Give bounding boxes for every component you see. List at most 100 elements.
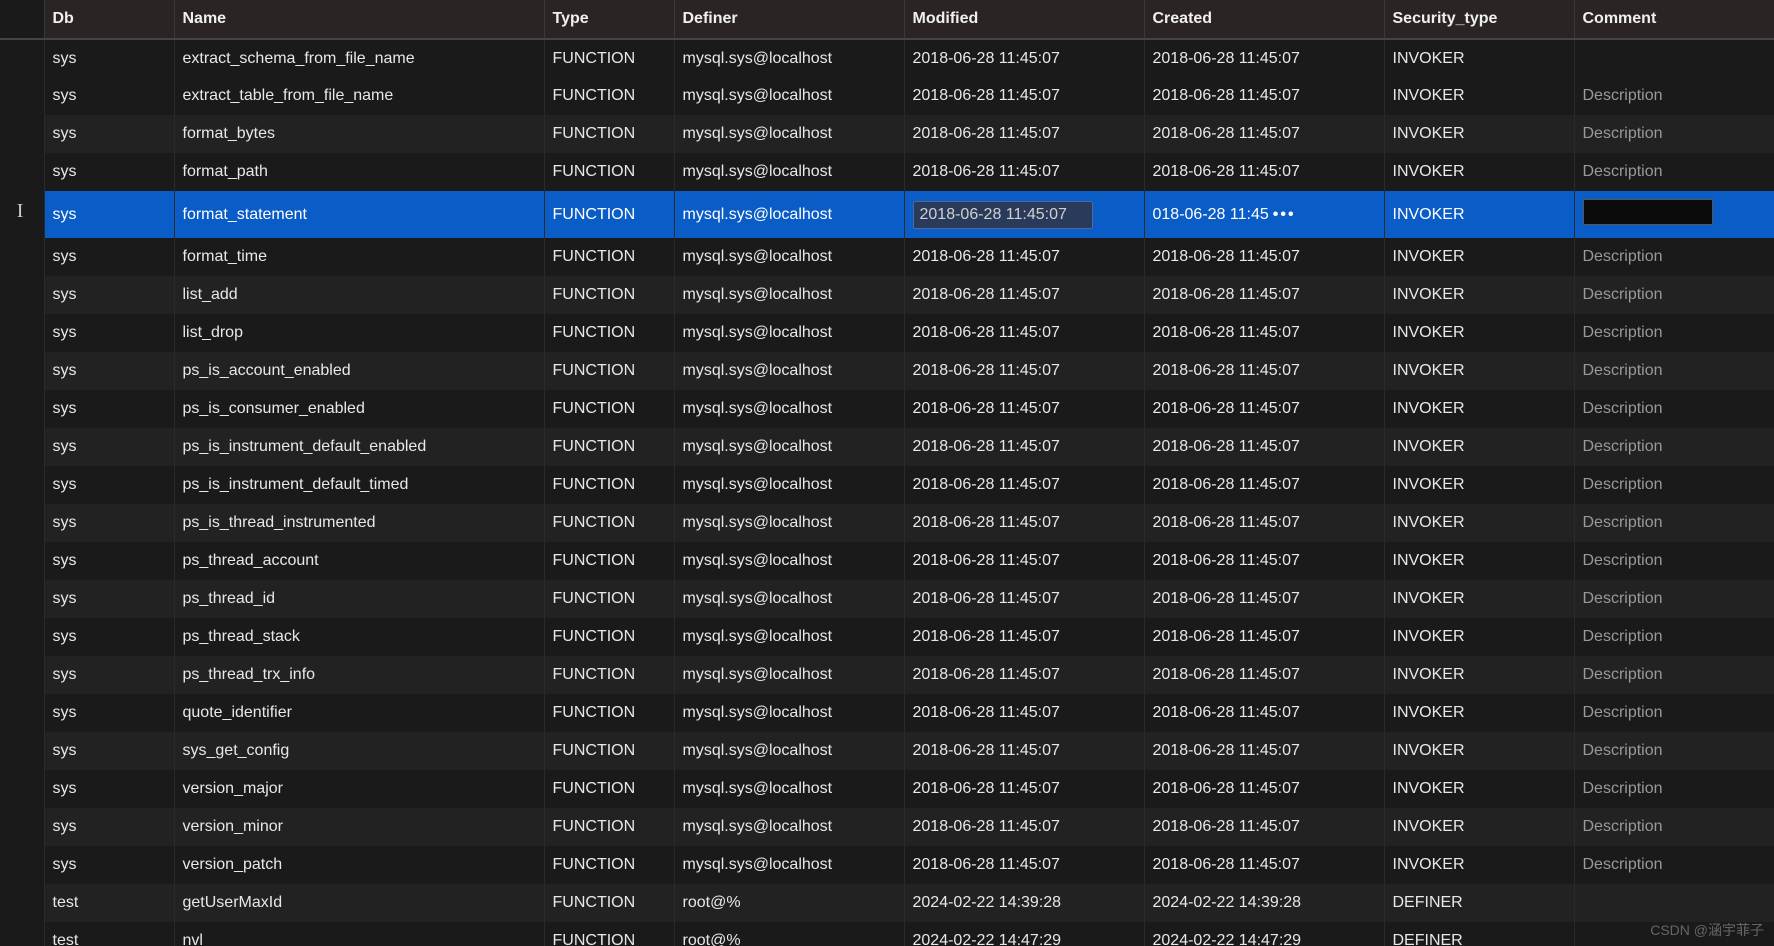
cell-db[interactable]: sys <box>44 238 174 276</box>
cell-db[interactable]: sys <box>44 352 174 390</box>
cell-comment[interactable]: Description <box>1574 846 1774 884</box>
cell-security-type[interactable]: INVOKER <box>1384 770 1574 808</box>
cell-created[interactable]: 2018-06-28 11:45:07 <box>1144 276 1384 314</box>
cell-created[interactable]: 2018-06-28 11:45:07 <box>1144 428 1384 466</box>
cell-created[interactable]: 2018-06-28 11:45:07 <box>1144 808 1384 846</box>
cell-name[interactable]: sys_get_config <box>174 732 544 770</box>
cell-security-type[interactable]: INVOKER <box>1384 694 1574 732</box>
cell-name[interactable]: extract_schema_from_file_name <box>174 39 544 77</box>
header-gutter[interactable] <box>0 0 44 39</box>
cell-db[interactable]: sys <box>44 808 174 846</box>
cell-name[interactable]: ps_thread_stack <box>174 618 544 656</box>
cell-db[interactable]: sys <box>44 466 174 504</box>
cell-created[interactable]: 2018-06-28 11:45:07 <box>1144 39 1384 77</box>
cell-name[interactable]: ps_is_consumer_enabled <box>174 390 544 428</box>
cell-created[interactable]: 2018-06-28 11:45:07 <box>1144 542 1384 580</box>
table-row[interactable]: sysps_thread_idFUNCTIONmysql.sys@localho… <box>0 580 1774 618</box>
cell-db[interactable]: sys <box>44 542 174 580</box>
cell-definer[interactable]: mysql.sys@localhost <box>674 238 904 276</box>
cell-type[interactable]: FUNCTION <box>544 466 674 504</box>
cell-definer[interactable]: mysql.sys@localhost <box>674 276 904 314</box>
table-row[interactable]: sysps_is_consumer_enabledFUNCTIONmysql.s… <box>0 390 1774 428</box>
cell-db[interactable]: sys <box>44 115 174 153</box>
row-gutter[interactable] <box>0 618 44 656</box>
cell-security-type[interactable]: INVOKER <box>1384 314 1574 352</box>
cell-modified[interactable]: 2018-06-28 11:45:07 <box>904 542 1144 580</box>
cell-type[interactable]: FUNCTION <box>544 352 674 390</box>
cell-definer[interactable]: mysql.sys@localhost <box>674 314 904 352</box>
row-gutter[interactable] <box>0 238 44 276</box>
table-row[interactable]: sysversion_minorFUNCTIONmysql.sys@localh… <box>0 808 1774 846</box>
table-row[interactable]: sysps_thread_accountFUNCTIONmysql.sys@lo… <box>0 542 1774 580</box>
table-row[interactable]: sysps_is_thread_instrumentedFUNCTIONmysq… <box>0 504 1774 542</box>
cell-definer[interactable]: mysql.sys@localhost <box>674 191 904 238</box>
cell-created[interactable]: 2018-06-28 11:45:07 <box>1144 580 1384 618</box>
cell-definer[interactable]: mysql.sys@localhost <box>674 770 904 808</box>
table-row[interactable]: sysps_is_instrument_default_timedFUNCTIO… <box>0 466 1774 504</box>
cell-comment[interactable]: Description <box>1574 808 1774 846</box>
row-gutter[interactable] <box>0 884 44 922</box>
cell-definer[interactable]: mysql.sys@localhost <box>674 39 904 77</box>
cell-modified[interactable]: 2018-06-28 11:45:07 <box>904 466 1144 504</box>
cell-db[interactable]: sys <box>44 580 174 618</box>
header-comment[interactable]: Comment <box>1574 0 1774 39</box>
cell-comment[interactable]: Description <box>1574 504 1774 542</box>
row-gutter[interactable] <box>0 428 44 466</box>
cell-security-type[interactable]: INVOKER <box>1384 732 1574 770</box>
cell-definer[interactable]: mysql.sys@localhost <box>674 352 904 390</box>
cell-security-type[interactable]: DEFINER <box>1384 922 1574 946</box>
cell-definer[interactable]: mysql.sys@localhost <box>674 428 904 466</box>
cell-type[interactable]: FUNCTION <box>544 770 674 808</box>
row-gutter[interactable] <box>0 504 44 542</box>
header-created[interactable]: Created <box>1144 0 1384 39</box>
cell-type[interactable]: FUNCTION <box>544 846 674 884</box>
cell-created[interactable]: 2018-06-28 11:45:07 <box>1144 732 1384 770</box>
cell-comment[interactable]: Description <box>1574 618 1774 656</box>
cell-name[interactable]: version_patch <box>174 846 544 884</box>
cell-db[interactable]: sys <box>44 846 174 884</box>
cell-name[interactable]: version_minor <box>174 808 544 846</box>
table-row[interactable]: sysps_is_instrument_default_enabledFUNCT… <box>0 428 1774 466</box>
cell-type[interactable]: FUNCTION <box>544 618 674 656</box>
table-row[interactable]: syslist_dropFUNCTIONmysql.sys@localhost2… <box>0 314 1774 352</box>
cell-db[interactable]: sys <box>44 153 174 191</box>
cell-comment[interactable]: Description <box>1574 352 1774 390</box>
cell-created[interactable]: 2018-06-28 11:45:07 <box>1144 77 1384 115</box>
cell-security-type[interactable]: INVOKER <box>1384 238 1574 276</box>
cell-name[interactable]: quote_identifier <box>174 694 544 732</box>
cell-created[interactable]: 2018-06-28 11:45:07 <box>1144 846 1384 884</box>
cell-comment[interactable]: Description <box>1574 314 1774 352</box>
expand-cell-icon[interactable]: ••• <box>1273 206 1296 224</box>
cell-created[interactable]: 018-06-28 11:45••• <box>1144 191 1384 238</box>
cell-name[interactable]: list_drop <box>174 314 544 352</box>
cell-comment[interactable]: Description <box>1574 466 1774 504</box>
row-gutter[interactable] <box>0 352 44 390</box>
row-gutter[interactable] <box>0 77 44 115</box>
cell-name[interactable]: ps_thread_trx_info <box>174 656 544 694</box>
cell-type[interactable]: FUNCTION <box>544 732 674 770</box>
table-row[interactable]: sysps_is_account_enabledFUNCTIONmysql.sy… <box>0 352 1774 390</box>
row-gutter[interactable] <box>0 542 44 580</box>
cell-security-type[interactable]: INVOKER <box>1384 466 1574 504</box>
cell-name[interactable]: format_time <box>174 238 544 276</box>
cell-modified[interactable]: 2018-06-28 11:45:07 <box>904 808 1144 846</box>
cell-modified[interactable]: 2018-06-28 11:45:07 <box>904 618 1144 656</box>
table-row[interactable]: sysps_thread_trx_infoFUNCTIONmysql.sys@l… <box>0 656 1774 694</box>
cell-definer[interactable]: mysql.sys@localhost <box>674 732 904 770</box>
cell-modified[interactable]: 2018-06-28 11:45:07 <box>904 77 1144 115</box>
cell-modified[interactable]: 2018-06-28 11:45:07 <box>904 732 1144 770</box>
row-gutter[interactable] <box>0 153 44 191</box>
cell-db[interactable]: sys <box>44 314 174 352</box>
cell-comment[interactable] <box>1574 191 1774 238</box>
cell-security-type[interactable]: INVOKER <box>1384 115 1574 153</box>
cell-modified[interactable]: 2018-06-28 11:45:07 <box>904 580 1144 618</box>
comment-editor[interactable] <box>1583 199 1713 225</box>
cell-db[interactable]: test <box>44 884 174 922</box>
cell-security-type[interactable]: INVOKER <box>1384 77 1574 115</box>
cell-type[interactable]: FUNCTION <box>544 115 674 153</box>
cell-type[interactable]: FUNCTION <box>544 580 674 618</box>
cell-modified[interactable]: 2018-06-28 11:45:07 <box>904 770 1144 808</box>
table-row[interactable]: sysformat_statementFUNCTIONmysql.sys@loc… <box>0 191 1774 238</box>
cell-type[interactable]: FUNCTION <box>544 238 674 276</box>
cell-definer[interactable]: mysql.sys@localhost <box>674 542 904 580</box>
